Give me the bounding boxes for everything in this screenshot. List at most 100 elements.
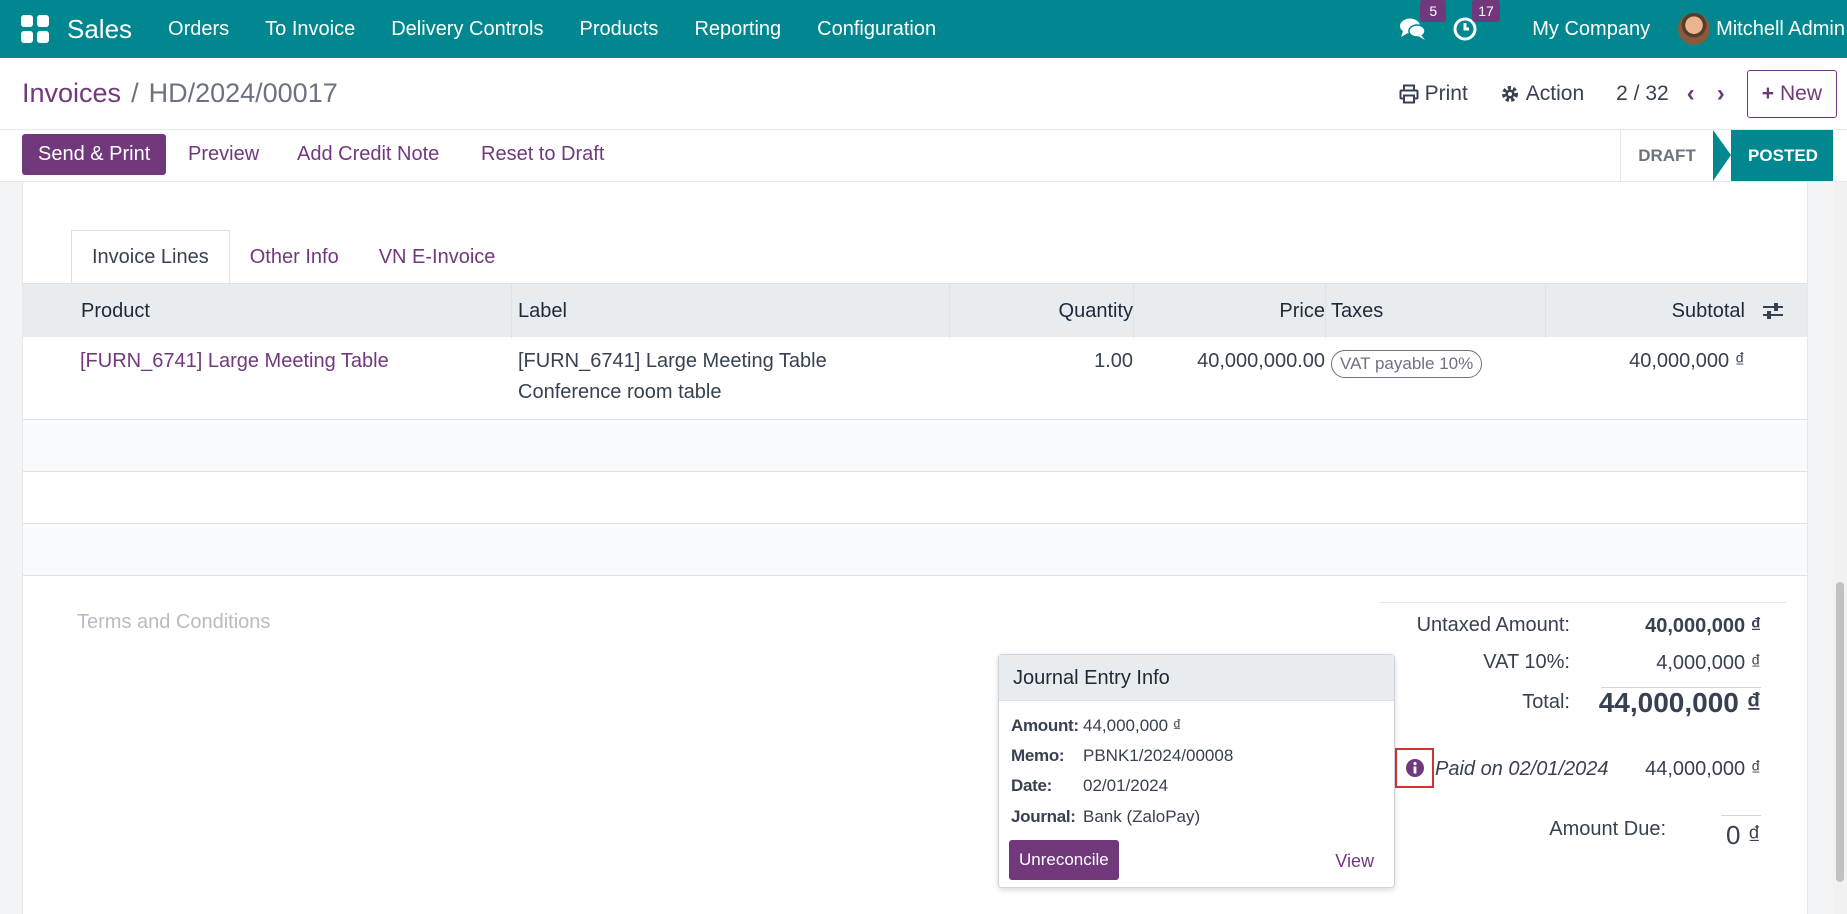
row-subtotal: 40,000,000 ₫ (1629, 350, 1745, 372)
totals-divider (1380, 602, 1786, 603)
form-sheet: Invoice Lines Other Info VN E-Invoice Pr… (22, 182, 1808, 914)
popover-journal-label: Journal: (1011, 807, 1076, 826)
menu-reporting[interactable]: Reporting (676, 18, 799, 41)
tab-vn-e-invoice[interactable]: VN E-Invoice (359, 230, 516, 284)
activities-button[interactable]: 17 (1450, 0, 1500, 44)
popover-memo-value: PBNK1/2024/00008 (1083, 746, 1234, 765)
breadcrumb-current: HD/2024/00017 (148, 78, 338, 108)
user-menu[interactable]: Mitchell Admin (1716, 18, 1845, 41)
column-divider (1545, 284, 1546, 338)
top-navbar: Sales Orders To Invoice Delivery Control… (0, 0, 1847, 58)
popover-date-value: 02/01/2024 (1083, 776, 1169, 795)
total-label: Total: (1522, 691, 1570, 713)
paid-amount: 44,000,000 ₫ (1645, 758, 1761, 780)
breadcrumb-separator: / (131, 78, 139, 108)
vat-value: 4,000,000 ₫ (1656, 652, 1761, 674)
empty-row[interactable] (23, 420, 1807, 472)
empty-row[interactable] (23, 472, 1807, 524)
menu-products[interactable]: Products (562, 18, 677, 41)
empty-row[interactable] (23, 524, 1807, 576)
status-bar: Send & Print Preview Add Credit Note Res… (0, 130, 1847, 182)
column-quantity[interactable]: Quantity (1059, 284, 1133, 338)
print-label: Print (1424, 82, 1468, 105)
chevron-right-icon[interactable]: › (1717, 80, 1725, 108)
state-draft[interactable]: DRAFT (1620, 130, 1713, 181)
untaxed-amount-value: 40,000,000 ₫ (1645, 615, 1761, 637)
column-divider (511, 284, 512, 338)
tax-tag[interactable]: VAT payable 10% (1331, 350, 1483, 378)
print-button[interactable]: Print (1399, 82, 1468, 106)
action-label: Action (1525, 82, 1585, 105)
messages-badge: 5 (1420, 0, 1447, 22)
breadcrumb-invoices[interactable]: Invoices (22, 78, 121, 108)
menu-to-invoice[interactable]: To Invoice (247, 18, 373, 41)
vat-label: VAT 10%: (1483, 651, 1570, 673)
tab-other-info[interactable]: Other Info (230, 230, 359, 284)
view-link[interactable]: View (1335, 851, 1374, 872)
popover-amount-row: Amount: 44,000,000 ₫ (1011, 716, 1182, 736)
printer-icon (1399, 84, 1419, 104)
plus-icon: + (1761, 82, 1774, 105)
menu-delivery-controls[interactable]: Delivery Controls (373, 18, 561, 41)
menu-orders[interactable]: Orders (150, 18, 247, 41)
column-divider (949, 284, 950, 338)
popover-date-label: Date: (1011, 776, 1053, 795)
company-switcher[interactable]: My Company (1532, 18, 1650, 41)
table-row[interactable]: [FURN_6741] Large Meeting Table [FURN_67… (23, 337, 1807, 420)
reset-to-draft-button[interactable]: Reset to Draft (481, 134, 604, 175)
row-label-line1[interactable]: [FURN_6741] Large Meeting Table (518, 350, 827, 373)
column-divider (1133, 284, 1134, 338)
popover-amount-label: Amount: (1011, 716, 1079, 735)
send-print-button[interactable]: Send & Print (22, 134, 167, 175)
column-taxes[interactable]: Taxes (1331, 284, 1383, 338)
popover-memo-row: Memo: PBNK1/2024/00008 (1011, 746, 1233, 766)
payment-info-button[interactable] (1395, 748, 1434, 788)
messages-button[interactable]: 5 (1398, 0, 1447, 44)
row-quantity[interactable]: 1.00 (1094, 350, 1133, 373)
info-circle-icon (1405, 759, 1424, 777)
preview-button[interactable]: Preview (188, 134, 259, 175)
popover-memo-label: Memo: (1011, 746, 1065, 765)
control-panel: Invoices / HD/2024/00017 Print Action 2 / … (0, 58, 1847, 130)
amount-due-value: 0 ₫ (1725, 820, 1761, 850)
sliders-icon (1763, 303, 1783, 319)
amount-due-label: Amount Due: (1549, 818, 1666, 840)
avatar[interactable] (1678, 13, 1711, 45)
row-label-line2[interactable]: Conference room table (518, 381, 721, 404)
gear-icon (1501, 86, 1518, 102)
state-posted: POSTED (1713, 130, 1833, 181)
table-header: Product Label Quantity Price Taxes Subto… (23, 283, 1807, 338)
app-name[interactable]: Sales (67, 14, 132, 45)
row-product[interactable]: [FURN_6741] Large Meeting Table (80, 350, 389, 373)
notebook-tabs: Invoice Lines Other Info VN E-Invoice (71, 230, 515, 284)
breadcrumb: Invoices / HD/2024/00017 (22, 78, 338, 109)
tab-invoice-lines[interactable]: Invoice Lines (71, 230, 230, 284)
paid-on-text: Paid on 02/01/2024 (1435, 758, 1609, 780)
scrollbar-thumb[interactable] (1836, 582, 1844, 882)
journal-entry-popover: Journal Entry Info Amount: 44,000,000 ₫ M… (998, 654, 1395, 888)
chevron-left-icon[interactable]: ‹ (1687, 80, 1695, 108)
column-product[interactable]: Product (81, 284, 150, 338)
optional-columns-icon[interactable] (1761, 284, 1785, 338)
pager-value[interactable]: 2 / 32 (1616, 82, 1669, 106)
column-label[interactable]: Label (518, 284, 567, 338)
popover-title: Journal Entry Info (999, 655, 1394, 701)
action-button[interactable]: Action (1500, 82, 1584, 106)
due-divider (1721, 815, 1761, 816)
popover-date-row: Date: 02/01/2024 (1011, 776, 1168, 796)
menu-configuration[interactable]: Configuration (799, 18, 954, 41)
unreconcile-button[interactable]: Unreconcile (1009, 840, 1119, 880)
add-credit-note-button[interactable]: Add Credit Note (297, 134, 439, 175)
apps-grid-icon[interactable] (21, 15, 49, 43)
row-price[interactable]: 40,000,000.00 (1197, 350, 1325, 373)
terms-and-conditions-field[interactable]: Terms and Conditions (77, 611, 270, 634)
new-button[interactable]: + New (1746, 70, 1837, 118)
column-price[interactable]: Price (1279, 284, 1325, 338)
status-pipeline: DRAFT POSTED (1620, 130, 1833, 181)
popover-amount-value: 44,000,000 ₫ (1083, 716, 1182, 735)
scrollbar[interactable] (1833, 182, 1847, 914)
column-divider (1325, 284, 1326, 338)
untaxed-amount-label: Untaxed Amount: (1416, 614, 1570, 636)
column-subtotal[interactable]: Subtotal (1672, 284, 1745, 338)
new-label: New (1779, 82, 1822, 105)
